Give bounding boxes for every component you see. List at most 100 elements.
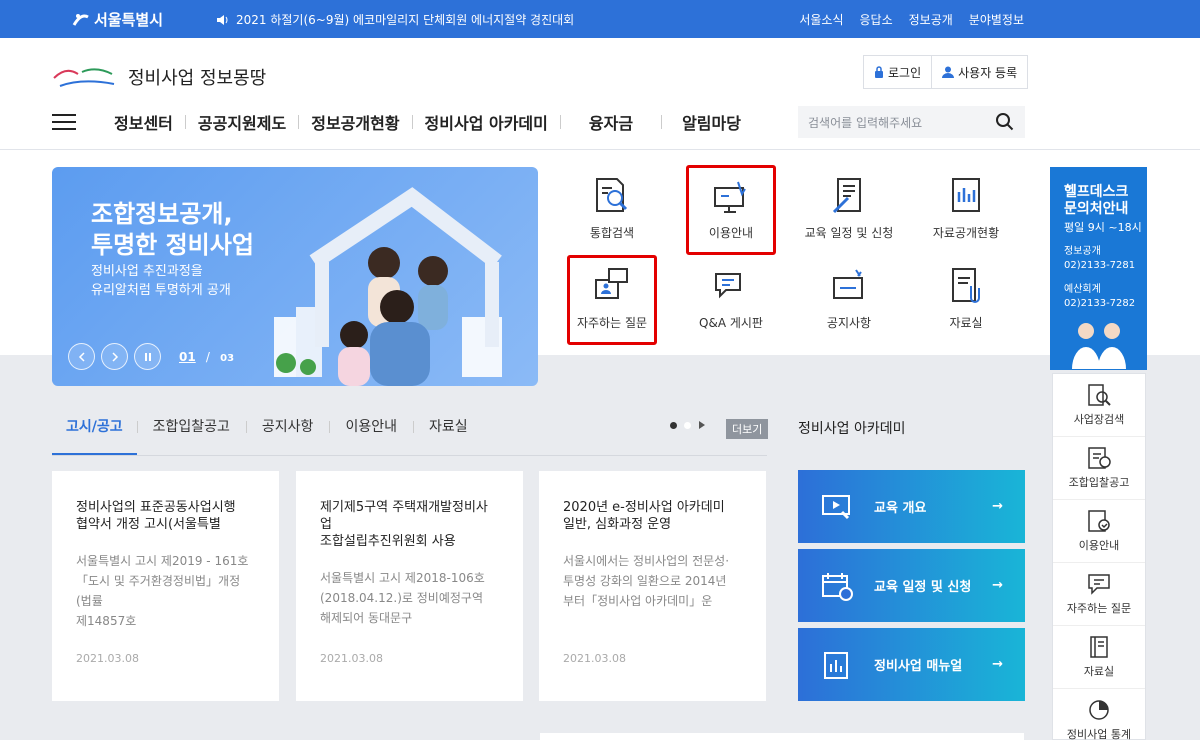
search-input[interactable]: 검색어를 입력해주세요: [808, 114, 922, 131]
notice-ticker[interactable]: 2021 하절기(6~9월) 에코마일리지 단체회원 에너지절약 경진대회: [216, 11, 574, 28]
help-line2-label: 예산회계: [1064, 284, 1101, 295]
play-icon[interactable]: [698, 421, 706, 429]
register-button[interactable]: 사용자 등록: [931, 56, 1027, 88]
search-box[interactable]: 검색어를 입력해주세요: [798, 106, 1025, 138]
hero-title: 조합정보공개, 투명한 정비사업: [91, 200, 254, 259]
board-card[interactable]: 제기제5구역 주택재개발정비사업 조합설립추진위원회 사용 서울특별시 고시 제…: [296, 471, 523, 701]
board-card[interactable]: 정비사업의 표준공동사업시행 협약서 개정 고시(서울특별 서울특별시 고시 제…: [52, 471, 279, 701]
document-clip-icon: [952, 268, 980, 303]
tab-notices[interactable]: 고시/공고: [52, 417, 137, 455]
quick-archive[interactable]: 자료실: [911, 260, 1021, 342]
side-quick-bar: 사업장검색 조합입찰공고 이용안내 자주하는 질문 자료실 정비사업 통계: [1052, 373, 1146, 740]
bottom-panel: [540, 733, 1024, 740]
board-tabs: 고시/공고 조합입찰공고 공지사항 이용안내 자료실: [52, 416, 767, 456]
quick-qna-board[interactable]: Q&A 게시판: [676, 260, 786, 342]
tab-usage-guide[interactable]: 이용안내: [329, 417, 413, 455]
side-usage-guide[interactable]: 이용안내: [1053, 500, 1145, 563]
tab-union-bid[interactable]: 조합입찰공고: [136, 417, 246, 455]
user-icon: [942, 66, 955, 78]
slide-pager: 01 / 03: [179, 350, 234, 364]
nav-info-center[interactable]: 정보센터: [102, 110, 185, 134]
quick-notice[interactable]: 공지사항: [794, 260, 904, 342]
speech-bubbles-icon: [715, 273, 741, 299]
auth-buttons: 로그인 사용자 등록: [863, 55, 1029, 89]
quick-data-disclosure[interactable]: 자료공개현황: [911, 170, 1021, 252]
side-union-bid[interactable]: 조합입찰공고: [1053, 437, 1145, 500]
login-button[interactable]: 로그인: [864, 56, 931, 88]
link-eungdapso[interactable]: 응답소: [860, 11, 893, 28]
nav-notice-board[interactable]: 알림마당: [662, 110, 761, 134]
pause-slide-button[interactable]: [134, 343, 161, 370]
nav-loan[interactable]: 융자금: [561, 110, 661, 134]
slide-separator: /: [205, 349, 210, 364]
side-archive[interactable]: 자료실: [1053, 626, 1145, 689]
academy-manual-button[interactable]: 정비사업 매뉴얼 →: [798, 628, 1025, 701]
side-statistics[interactable]: 정비사업 통계: [1053, 689, 1145, 740]
quick-education-schedule[interactable]: 교육 일정 및 신청: [794, 170, 904, 252]
arrow-right-icon: →: [992, 657, 1003, 672]
help-title-2: 문의처안내: [1064, 201, 1129, 217]
tab-announcements[interactable]: 공지사항: [245, 417, 330, 455]
academy-item-label: 정비사업 매뉴얼: [874, 659, 963, 674]
next-slide-button[interactable]: [101, 343, 128, 370]
help-staff-illustration: [1072, 323, 1126, 369]
more-button[interactable]: 더보기: [726, 419, 769, 439]
pager-dot[interactable]: [684, 421, 691, 429]
arrow-right-icon: →: [992, 499, 1003, 514]
link-info-disclosure[interactable]: 정보공개: [909, 11, 953, 28]
quick-label: 교육 일정 및 신청: [804, 226, 894, 240]
quick-label: 통합검색: [589, 226, 635, 240]
card-date: 2021.03.08: [76, 652, 139, 665]
document-search-icon: [596, 178, 628, 212]
quick-integrated-search[interactable]: 통합검색: [557, 170, 667, 252]
link-seoul-news[interactable]: 서울소식: [799, 11, 843, 28]
quick-label: 자료실: [949, 316, 983, 330]
quick-label: 공지사항: [826, 316, 872, 330]
quick-label: Q&A 게시판: [699, 316, 763, 330]
chevron-left-icon: [78, 351, 85, 362]
seoul-logo[interactable]: 서울특별시: [72, 9, 163, 30]
quick-label: 자료공개현황: [932, 226, 1000, 240]
academy-item-label: 교육 개요: [874, 501, 927, 516]
card-title: 2020년 e-정비사업 아카데미 일반, 심화과정 운영: [563, 500, 725, 532]
tab-archive[interactable]: 자료실: [412, 417, 484, 455]
login-label: 로그인: [888, 65, 922, 80]
side-label: 조합입찰공고: [1068, 476, 1130, 489]
document-search-icon: [1088, 384, 1111, 406]
video-play-icon: [822, 494, 850, 519]
pager-dot-active[interactable]: [670, 421, 677, 429]
hamburger-menu-icon[interactable]: [52, 114, 76, 130]
academy-schedule-button[interactable]: 교육 일정 및 신청 →: [798, 549, 1025, 622]
main-nav: 정보센터 공공지원제도 정보공개현황 정비사업 아카데미 융자금 알림마당: [52, 110, 761, 134]
chart-document-icon: [952, 178, 980, 212]
board-card[interactable]: 2020년 e-정비사업 아카데미 일반, 심화과정 운영 서울시에서는 정비사…: [539, 471, 766, 701]
link-field-info[interactable]: 분야별정보: [969, 11, 1024, 28]
chevron-right-icon: [111, 351, 118, 362]
help-desk-panel: 헬프데스크 문의처안내 평일 9시 ~18시 정보공개 02)2133-7281…: [1050, 167, 1147, 370]
document-check-icon: [1088, 510, 1110, 532]
calendar-check-icon: [822, 572, 853, 601]
prev-slide-button[interactable]: [68, 343, 95, 370]
academy-title: 정비사업 아카데미: [798, 421, 906, 437]
site-brand[interactable]: 정비사업 정보몽땅: [52, 64, 266, 90]
academy-item-label: 교육 일정 및 신청: [874, 580, 972, 595]
hero-controls: 01 / 03: [68, 343, 234, 370]
hero-banner[interactable]: 조합정보공개, 투명한 정비사업 정비사업 추진과정을 유리알처럼 투명하게 공…: [52, 167, 538, 386]
lock-icon: [875, 66, 883, 78]
notice-text: 2021 하절기(6~9월) 에코마일리지 단체회원 에너지절약 경진대회: [236, 13, 575, 27]
card-title: 정비사업의 표준공동사업시행 협약서 개정 고시(서울특별: [76, 500, 236, 532]
pause-icon: [144, 352, 151, 361]
side-site-search[interactable]: 사업장검색: [1053, 374, 1145, 437]
side-label: 정비사업 통계: [1066, 728, 1132, 740]
pie-chart-icon: [1089, 700, 1109, 720]
seoul-symbol-icon: [72, 13, 89, 26]
top-bar: 서울특별시 2021 하절기(6~9월) 에코마일리지 단체회원 에너지절약 경…: [0, 0, 1200, 38]
search-icon[interactable]: [995, 112, 1015, 132]
nav-disclosure-status[interactable]: 정보공개현황: [299, 110, 411, 134]
help-hours: 평일 9시 ~18시: [1064, 221, 1142, 234]
nav-academy[interactable]: 정비사업 아카데미: [413, 110, 560, 134]
academy-overview-button[interactable]: 교육 개요 →: [798, 470, 1025, 543]
side-label: 자주하는 질문: [1066, 602, 1132, 615]
side-faq[interactable]: 자주하는 질문: [1053, 563, 1145, 626]
nav-public-support[interactable]: 공공지원제도: [186, 110, 298, 134]
